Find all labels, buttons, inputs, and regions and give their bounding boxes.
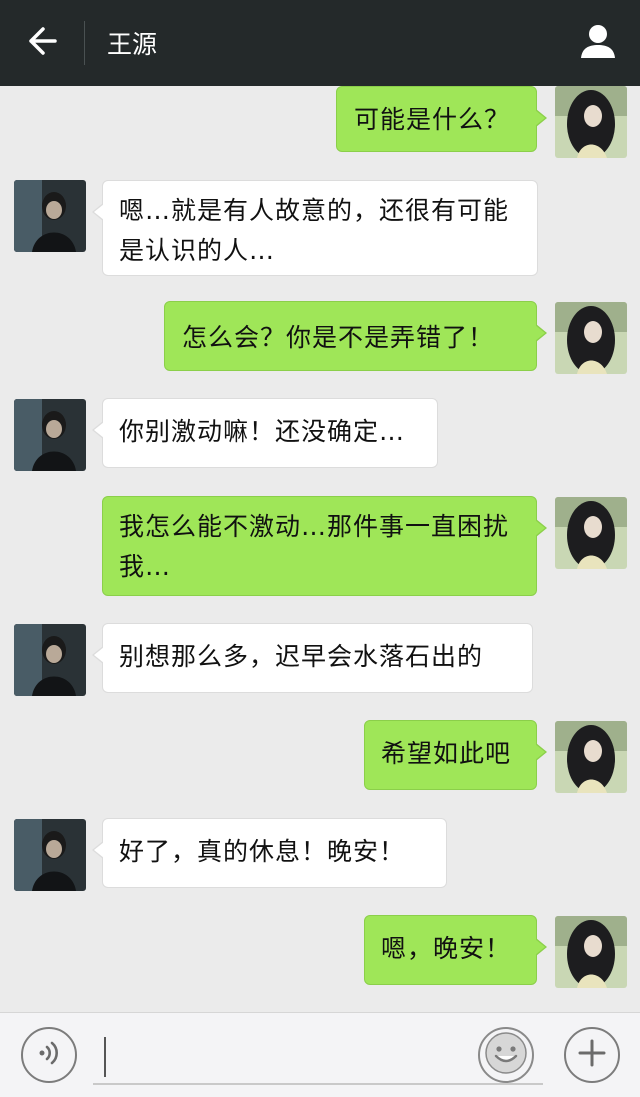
- avatar-self[interactable]: [555, 721, 627, 793]
- avatar-contact[interactable]: [14, 819, 86, 891]
- text-caret: [104, 1037, 106, 1077]
- title-divider: [84, 21, 85, 65]
- voice-icon: [34, 1038, 64, 1072]
- title-bar: 王源: [0, 0, 640, 86]
- plus-icon: [577, 1038, 607, 1072]
- message-bubble[interactable]: 你别激动嘛！还没确定…: [92, 398, 438, 468]
- emoji-button[interactable]: [478, 1027, 534, 1083]
- voice-input-button[interactable]: [21, 1027, 77, 1083]
- avatar-self[interactable]: [555, 916, 627, 988]
- message-bubble[interactable]: 希望如此吧: [364, 720, 547, 790]
- back-button[interactable]: [0, 0, 84, 86]
- more-options-button[interactable]: [564, 1027, 620, 1083]
- message-input[interactable]: [93, 1027, 543, 1085]
- avatar-self[interactable]: [555, 497, 627, 569]
- emoji-icon: [481, 1028, 531, 1082]
- message-bubble[interactable]: 嗯…就是有人故意的，还很有可能是认识的人…: [92, 180, 538, 276]
- arrow-left-icon: [25, 24, 59, 62]
- avatar-self[interactable]: [555, 86, 627, 158]
- chat-info-button[interactable]: [556, 0, 640, 86]
- avatar-contact[interactable]: [14, 180, 86, 252]
- user-icon: [578, 21, 618, 65]
- avatar-contact[interactable]: [14, 399, 86, 471]
- message-bubble[interactable]: 嗯，晚安！: [364, 915, 547, 985]
- message-list[interactable]: 可能是什么？ 嗯…就是有人故意的，还很有可能是认识的人… 怎么会？你是不是弄错了…: [0, 86, 640, 1012]
- message-bubble[interactable]: 可能是什么？: [336, 86, 547, 152]
- message-bubble[interactable]: 好了，真的休息！晚安！: [92, 818, 447, 888]
- message-bubble[interactable]: 我怎么能不激动…那件事一直困扰我…: [102, 496, 547, 596]
- message-bubble[interactable]: 怎么会？你是不是弄错了！: [164, 301, 547, 371]
- message-bubble[interactable]: 别想那么多，迟早会水落石出的: [92, 623, 533, 693]
- avatar-contact[interactable]: [14, 624, 86, 696]
- avatar-self[interactable]: [555, 302, 627, 374]
- input-bar: [0, 1012, 640, 1097]
- chat-title: 王源: [107, 30, 158, 59]
